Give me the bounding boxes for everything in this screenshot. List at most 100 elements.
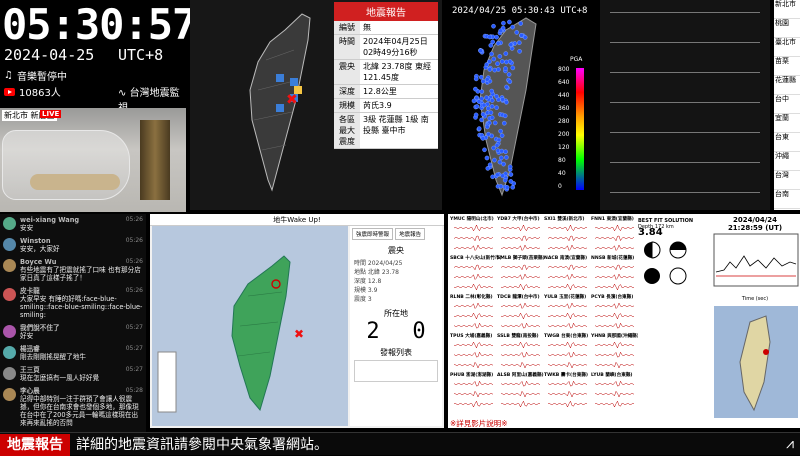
- chat-message[interactable]: Winston 05:26 安安，大家好: [0, 235, 146, 256]
- seismic-trace: [594, 273, 635, 280]
- divider: [610, 132, 760, 133]
- pga-station-dot: [498, 28, 503, 34]
- region-item: 台南: [774, 190, 800, 209]
- pga-station-dot: [495, 172, 500, 178]
- chat-message[interactable]: 我們說不住了 05:27 好安: [0, 322, 146, 343]
- wakeup-map: ✖: [152, 226, 348, 426]
- seismic-trace: [594, 380, 635, 387]
- chat-text: 好安: [20, 332, 34, 340]
- seismic-trace: [547, 390, 588, 398]
- chat-message[interactable]: 皮卡龍 05:26 大家早安 有睡的好嗎:face-blue-smiling::fa…: [0, 285, 146, 322]
- pga-station-dot: [487, 67, 493, 72]
- station-label: SMLB 獅子頭(苗栗縣): [497, 254, 545, 261]
- report-row: 深度 12.8公里: [334, 85, 438, 99]
- clock-time: 05:30:57: [2, 0, 197, 49]
- pga-station-dot: [510, 65, 516, 71]
- pga-station-dot: [474, 104, 480, 109]
- intensity-marker-4: [276, 104, 284, 112]
- avatar: [3, 346, 16, 359]
- pga-station-dot: [487, 34, 493, 40]
- seismic-trace: [453, 283, 493, 291]
- seismogram-traces: YMUC 陽明山(北市) SBCB 十八尖山(新竹市) RLNB 二林(彰化縣) TP…: [449, 215, 639, 408]
- chat-message[interactable]: 楊迅睿 05:27 剛去剛剛搖晃醒了地牛: [0, 343, 146, 364]
- chat-message[interactable]: Boyce Wu 05:26 有些地震有了把震就搖了口味 也有那分店家日真了這樣子搖…: [0, 256, 146, 285]
- wake-field: 地點 北緯 23.78: [354, 269, 399, 276]
- pga-station-dot: [492, 157, 497, 163]
- tab-earthquake-report[interactable]: 地震報告: [395, 228, 426, 240]
- pga-station-dot: [480, 79, 486, 84]
- seismic-trace: [500, 273, 541, 280]
- pga-tick: 640: [558, 79, 570, 86]
- region-item: 新北市: [774, 0, 800, 19]
- pga-station-dot: [507, 79, 513, 84]
- pga-timestamp: 2024/04/25 05:30:43 UTC+8: [452, 6, 588, 16]
- seismic-trace: [453, 273, 494, 280]
- chat-message[interactable]: 王三頁 05:27 現在怎麼搞有一風人好好覺: [0, 364, 146, 385]
- seismic-trace: [453, 302, 494, 309]
- report-row: 各區最大震度 3級 花蓮縣 1級 南投縣 臺中市: [334, 113, 438, 149]
- seismic-trace: [453, 380, 494, 387]
- divider: [610, 12, 760, 13]
- tab-realtime-alert[interactable]: 強震即時警報: [352, 228, 394, 240]
- viewer-count: 10863人: [4, 84, 61, 99]
- seismic-trace: [547, 341, 587, 349]
- seismogram-panel: YMUC 陽明山(北市) SBCB 十八尖山(新竹市) RLNB 二林(彰化縣) TP…: [448, 214, 800, 428]
- seismic-trace: [500, 264, 541, 271]
- wake-field: 規模 3.9: [354, 287, 378, 294]
- pga-station-dot: [476, 126, 482, 131]
- epicenter-icon: ✖: [294, 327, 304, 341]
- intensity-counter: 0: [412, 319, 426, 344]
- station-label: NNSB 新城(花蓮縣): [591, 254, 634, 261]
- divider: [610, 72, 760, 73]
- seismic-trace: [500, 380, 541, 387]
- chat-time: 05:27: [125, 324, 143, 331]
- pga-station-dot: [494, 34, 499, 40]
- report-row: 時間 2024年04月25日 02時49分16秒: [334, 35, 438, 60]
- channel-logo-icon: ⩘: [786, 436, 794, 452]
- pga-station-dot: [499, 148, 505, 154]
- pga-station-dot: [478, 74, 484, 80]
- pga-station-dot: [503, 66, 508, 71]
- blank-panel: [600, 0, 770, 210]
- pga-station-dot: [510, 184, 515, 190]
- wakeup-app-window[interactable]: 地牛Wake Up! ✖ 強震即時警報 地震報告 震央 時間 2024/04/2…: [150, 214, 444, 428]
- alert-list[interactable]: [354, 360, 438, 382]
- chat-message-list[interactable]: wei-xiang Wang 05:26 安安 Winston 05:26 安安，大家好 B…: [0, 214, 146, 434]
- pga-station-dot: [492, 67, 498, 73]
- region-item: 沖繩: [774, 152, 800, 171]
- seismic-trace: [547, 235, 588, 242]
- seismic-trace: [547, 351, 588, 358]
- station-label: SBCB 十八尖山(新竹市): [450, 254, 502, 261]
- pga-station-dot: [500, 97, 505, 102]
- seismic-trace: [453, 312, 493, 320]
- pga-station-dot: [471, 98, 477, 104]
- waveform-plot: [713, 233, 799, 287]
- pga-unit-label: PGA: [570, 56, 583, 63]
- pga-station-dot: [473, 76, 479, 82]
- pga-station-dot: [485, 124, 490, 130]
- summary-date: 2024/04/24: [732, 216, 778, 224]
- pga-station-dot: [481, 102, 487, 108]
- report-title: 地震報告: [334, 2, 438, 21]
- chat-text: 有些地震有了把震就搖了口味 也有那分店家日真了這樣子搖了！: [20, 266, 141, 282]
- chat-message[interactable]: 李心晨 05:28 記得中部特別一注于群預了會讓人很震撼，但你在台南求會也發個多地，…: [0, 385, 146, 430]
- pga-station-dot: [489, 115, 495, 120]
- epicenter-icon: ✖: [286, 92, 298, 108]
- pga-tick: 440: [558, 92, 570, 99]
- region-item: 台灣: [774, 171, 800, 190]
- station-label: YDB7 大甲(台中市): [496, 215, 540, 222]
- clock-timezone: UTC+8: [118, 46, 164, 64]
- pga-station-dot: [486, 131, 491, 137]
- report-row: 震央 北緯 23.78度 東經 121.45度: [334, 60, 438, 85]
- seismic-trace: [594, 361, 635, 369]
- earthquake-map-panel: ✖ 地震報告 編號無 時間 2024年04月25日 02時49分16秒 震央 北緯 …: [190, 0, 442, 210]
- music-icon: ♫: [4, 70, 13, 81]
- live-chat[interactable]: wei-xiang Wang 05:26 安安 Winston 05:26 安安，大家好 B…: [0, 214, 146, 434]
- pga-station-dot: [504, 185, 510, 190]
- pga-station-dot: [494, 94, 499, 99]
- seismic-trace: [500, 235, 541, 242]
- seismic-trace: [500, 224, 541, 232]
- chat-message[interactable]: wei-xiang Wang 05:26 安安: [0, 214, 146, 235]
- wakeup-side-panel: 強震即時警報 地震報告 震央 時間 2024/04/25 地點 北緯 23.78…: [350, 226, 442, 426]
- pga-station-dot: [519, 33, 524, 38]
